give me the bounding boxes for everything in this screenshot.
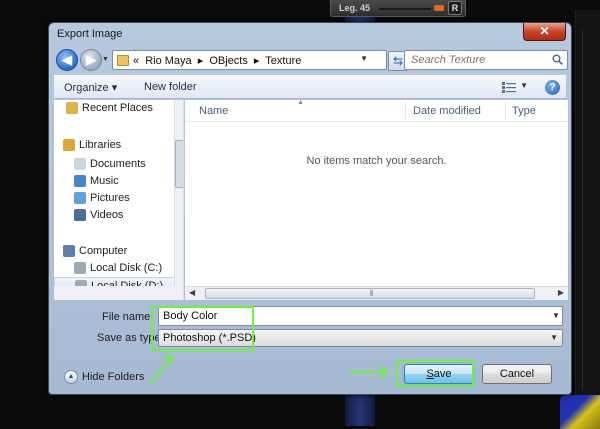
chevron-down-icon: ▼: [550, 333, 558, 342]
folder-icon: [117, 55, 129, 66]
search-icon[interactable]: [552, 54, 563, 65]
sidebar-item[interactable]: Libraries: [54, 137, 183, 154]
title-bar[interactable]: Export Image ✕: [49, 23, 571, 45]
sidebar-item-label: Videos: [90, 209, 124, 221]
view-dropdown-icon[interactable]: ▼: [520, 81, 528, 90]
sidebar-item[interactable]: Pictures: [54, 190, 183, 207]
grip-icon: ⦀: [370, 289, 374, 298]
leg-slider-panel: Leg. 45 R: [330, 0, 466, 17]
breadcrumb-overflow[interactable]: «: [133, 55, 139, 67]
nav-pane-scrollbar[interactable]: [174, 100, 183, 286]
new-folder-button[interactable]: New folder: [144, 81, 197, 93]
breadcrumb-item-texture[interactable]: Texture: [265, 55, 301, 67]
close-button[interactable]: ✕: [523, 23, 566, 41]
sort-ascending-icon: ▲: [297, 100, 304, 106]
address-bar[interactable]: « Rio Maya ▸ OBjects ▸ Texture ▼ ⇆: [112, 50, 408, 71]
background-side-panel: [575, 10, 600, 410]
disk-icon: [74, 262, 86, 274]
forward-button[interactable]: ▶: [80, 49, 102, 71]
nav-pane-horizontal-scrollbar[interactable]: [54, 286, 183, 300]
sidebar-item-label: Computer: [79, 245, 128, 257]
column-header-type[interactable]: Type: [512, 105, 536, 117]
file-list-horizontal-scrollbar[interactable]: ◀ ⦀ ▶: [185, 286, 568, 300]
history-dropdown-icon[interactable]: ▼: [102, 56, 109, 63]
sidebar-item-label: Recent Places: [82, 102, 153, 114]
file-name-dropdown-icon[interactable]: ▼: [552, 311, 560, 320]
sidebar-item-label: Pictures: [90, 192, 130, 204]
file-list-pane: Name ▲ Date modified Type No items match…: [185, 100, 568, 300]
breadcrumb-separator[interactable]: ▸: [198, 55, 204, 67]
column-header-date-modified[interactable]: Date modified: [413, 105, 481, 117]
save-form: File name: ▼ Save as type: Photoshop (*.…: [54, 303, 566, 393]
forward-arrow-icon: ▶: [86, 52, 96, 67]
address-dropdown-icon[interactable]: ▼: [360, 54, 368, 63]
navigation-pane: System ReservedLocal Disk (D:)Local Disk…: [54, 100, 184, 300]
highlight-box-save-button: [396, 360, 474, 387]
highlight-box-form-fields: [151, 306, 254, 351]
libraries-icon: [63, 139, 75, 151]
back-arrow-icon: ◀: [62, 52, 72, 67]
help-icon[interactable]: ?: [545, 80, 560, 95]
sidebar-item[interactable]: Videos: [54, 207, 183, 224]
sidebar-item-label: Local Disk (C:): [90, 262, 163, 274]
sidebar-item[interactable]: Music: [54, 173, 183, 190]
computer-icon: [63, 245, 75, 257]
leg-label: Leg. 45: [339, 3, 371, 13]
leg-reset-button[interactable]: R: [448, 1, 462, 15]
scroll-right-icon[interactable]: ▶: [558, 288, 564, 297]
scroll-left-icon[interactable]: ◀: [189, 288, 195, 297]
leg-slider-track[interactable]: [379, 8, 431, 10]
collapse-up-icon: ▲: [64, 370, 78, 384]
column-header-name[interactable]: Name: [199, 105, 228, 117]
background-3d-model-leg: [560, 395, 600, 429]
music-icon: [74, 175, 86, 187]
search-input[interactable]: [409, 52, 549, 68]
background-divider: [582, 30, 583, 390]
scrollbar-thumb[interactable]: ⦀: [205, 288, 535, 299]
sidebar-item[interactable]: Documents: [54, 156, 183, 173]
command-toolbar: Organize ▾ New folder ▼ ?: [54, 75, 566, 99]
column-divider[interactable]: [505, 102, 506, 122]
empty-folder-message: No items match your search.: [306, 155, 447, 167]
pictures-icon: [74, 192, 86, 204]
view-options-icon[interactable]: [502, 82, 516, 93]
cancel-button[interactable]: Cancel: [482, 364, 552, 384]
documents-icon: [74, 158, 86, 170]
breadcrumb-separator[interactable]: ▸: [254, 55, 260, 67]
column-divider[interactable]: [405, 102, 406, 122]
back-button[interactable]: ◀: [56, 49, 78, 71]
sidebar-item-label: Music: [90, 175, 119, 187]
search-box[interactable]: [404, 50, 568, 70]
sidebar-item[interactable]: Computer: [54, 243, 183, 260]
sidebar-item-label: Documents: [90, 158, 146, 170]
videos-icon: [74, 209, 86, 221]
dialog-title: Export Image: [57, 28, 123, 40]
leg-slider-knob[interactable]: [434, 5, 445, 11]
column-headers: Name ▲ Date modified Type: [185, 100, 568, 122]
organize-menu-button[interactable]: Organize ▾: [64, 81, 117, 94]
scrollbar-thumb[interactable]: [175, 140, 183, 188]
breadcrumb-item-rio-maya[interactable]: Rio Maya: [145, 55, 191, 67]
file-name-label: File name:: [102, 311, 154, 323]
navigation-bar: ◀ ▶ ▼ « Rio Maya ▸ OBjects ▸ Texture ▼ ⇆: [54, 48, 568, 72]
recent-places-icon: [66, 102, 78, 114]
breadcrumb: « Rio Maya ▸ OBjects ▸ Texture: [133, 54, 304, 67]
sidebar-item-label: Libraries: [79, 139, 122, 151]
sidebar-item[interactable]: Recent Places: [54, 100, 183, 117]
export-image-dialog: Export Image ✕ ◀ ▶ ▼ « Rio Maya ▸ OBject…: [48, 22, 572, 395]
sidebar-item[interactable]: Local Disk (C:): [54, 260, 183, 277]
breadcrumb-item-objects[interactable]: OBjects: [209, 55, 248, 67]
hide-folders-label: Hide Folders: [82, 371, 145, 383]
